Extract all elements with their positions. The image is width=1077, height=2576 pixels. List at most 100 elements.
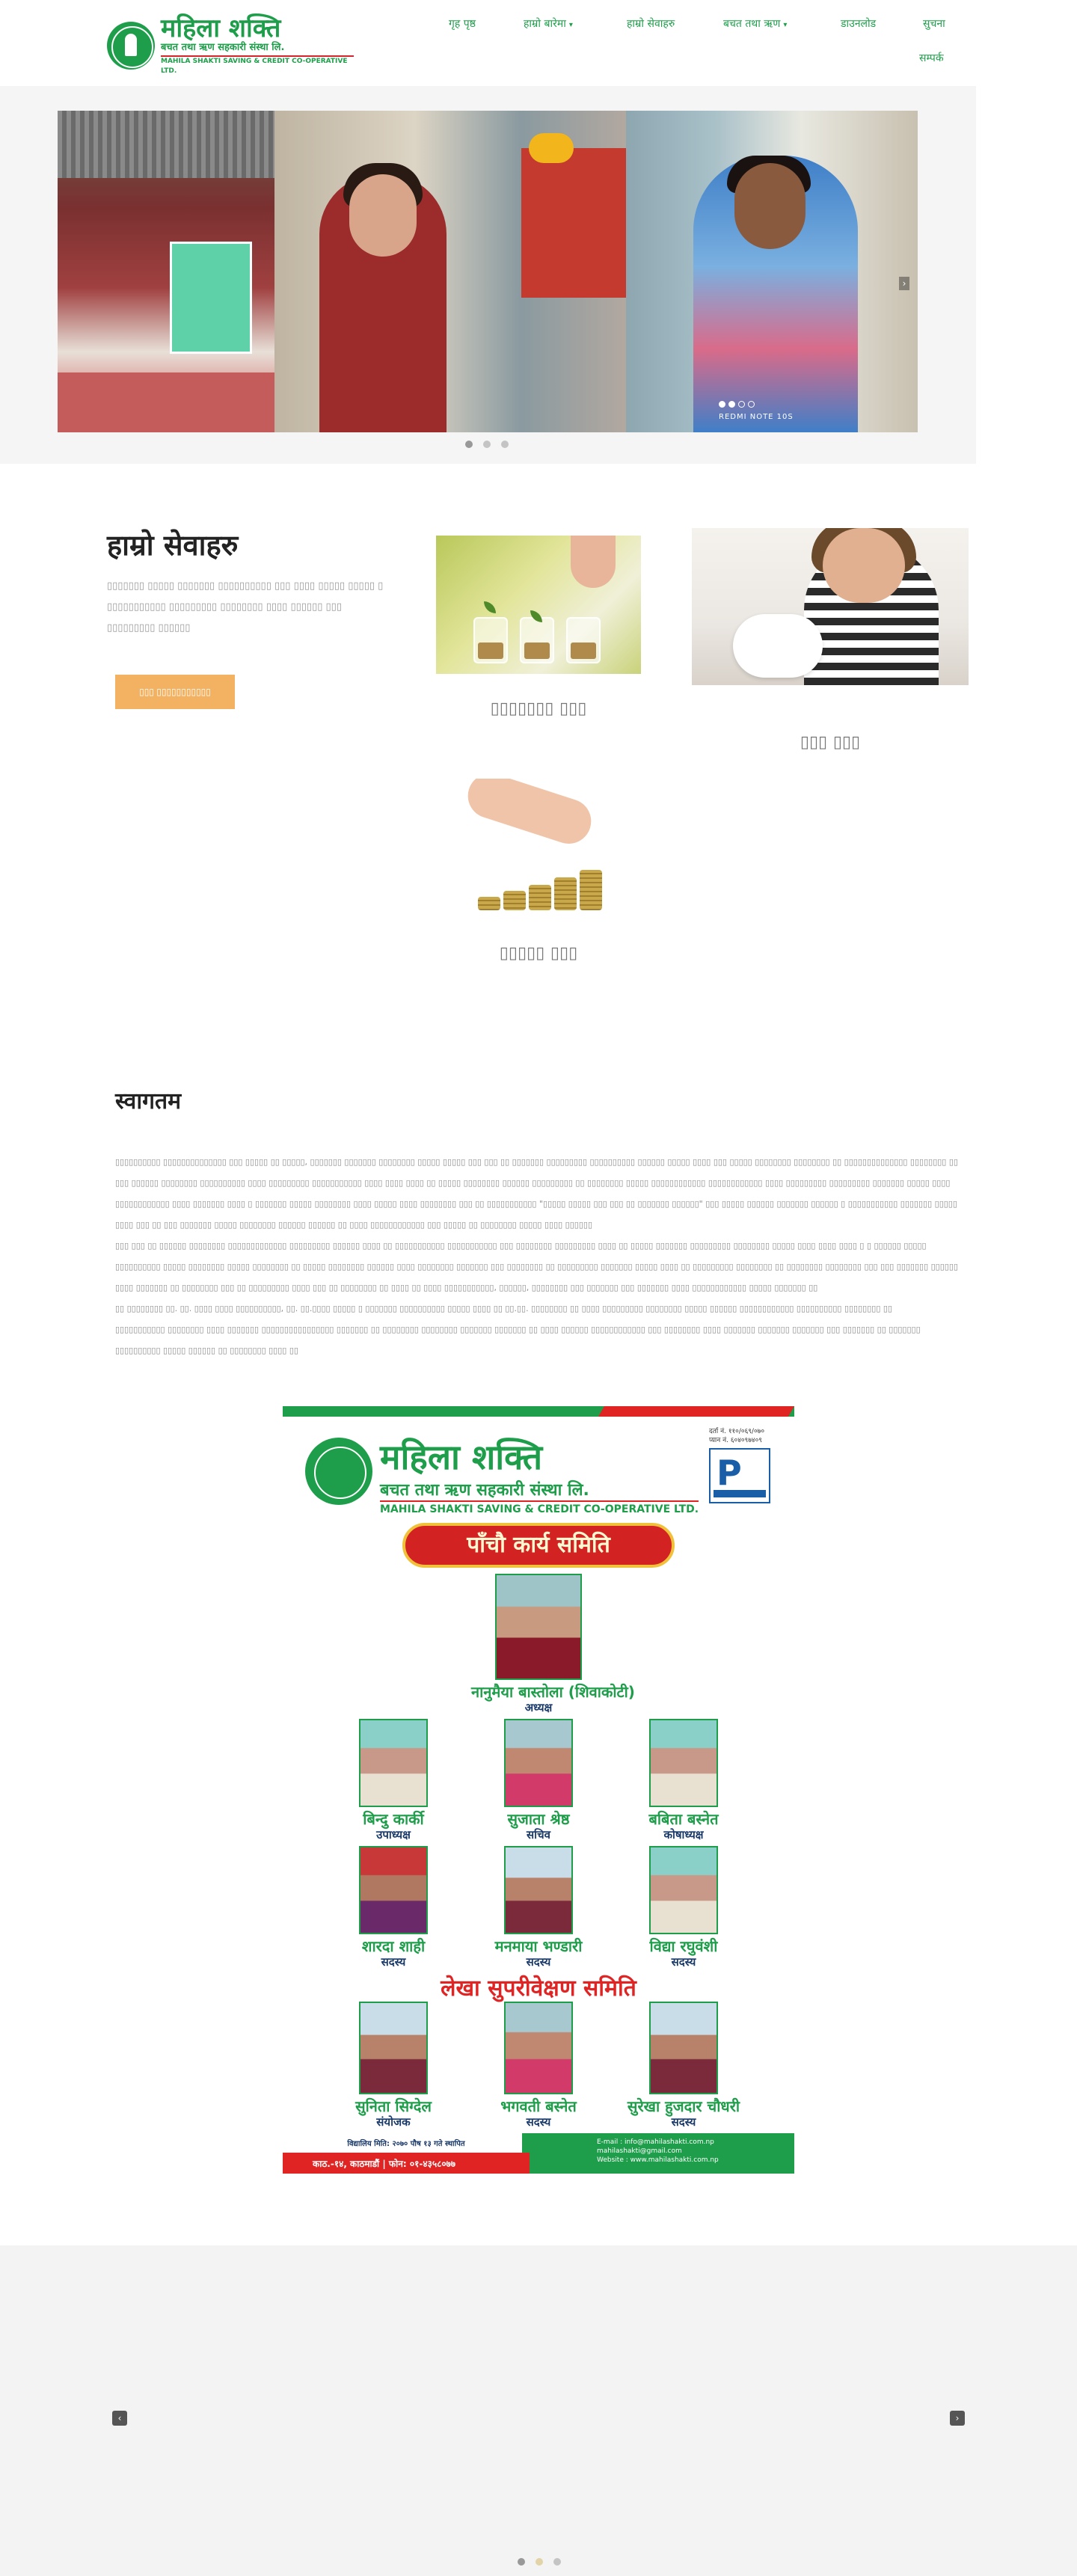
member-photo (504, 1719, 573, 1807)
poster-contact: E-mail : info@mahilashakti.com.np mahila… (597, 2138, 719, 2165)
photo-dot[interactable] (738, 401, 745, 408)
member-card: बिन्दु कार्की उपाध्यक्ष (326, 1719, 461, 1841)
bottom-slider-dots (518, 2558, 561, 2566)
chevron-down-icon: ▾ (783, 21, 788, 29)
logo-text: महिला शक्ति बचत तथा ऋण सहकारी संस्था लि.… (161, 15, 354, 76)
site-header: महिला शक्ति बचत तथा ऋण सहकारी संस्था लि.… (0, 0, 1077, 86)
site-logo[interactable]: महिला शक्ति बचत तथा ऋण सहकारी संस्था लि.… (107, 15, 354, 76)
member-role: सदस्य (671, 1955, 696, 1969)
slide-roof (58, 111, 274, 178)
nav-about[interactable]: हाम्रो बारेमा ▾ (524, 16, 573, 31)
welcome-title: स्वागतम (115, 1088, 182, 1114)
coin-stack (478, 897, 500, 910)
piggy-bank-icon (733, 614, 823, 678)
poster-email: E-mail : info@mahilashakti.com.np (597, 2138, 714, 2146)
member-card: शारदा शाही सदस्य (326, 1846, 461, 1969)
prev-arrow-icon[interactable]: ‹ (112, 2411, 127, 2426)
slider-dot[interactable] (536, 2558, 543, 2566)
jar-coins (571, 643, 596, 659)
nav-home[interactable]: गृह पृष्ठ (449, 16, 476, 31)
poster-reg-no: दर्ता नं. ११०/०६९/०७० (709, 1428, 765, 1435)
slider-dot[interactable] (553, 2558, 561, 2566)
badge-band (714, 1490, 766, 1497)
poster-registration: दर्ता नं. ११०/०६९/०७० प्यान नं. ६०४०९७४०… (709, 1427, 764, 1445)
logo-subtitle: बचत तथा ऋण सहकारी संस्था लि. (161, 42, 354, 57)
hero-slider[interactable]: REDMI NOTE 10S › (58, 111, 918, 432)
poster-pan-no: प्यान नं. ६०४०९७४०९ (709, 1437, 762, 1444)
logo-english: MAHILA SHAKTI SAVING & CREDIT CO-OPERATI… (161, 58, 348, 75)
poster-established-date: विद्यालिय मिति: २०७० पौष १३ गते स्थापित (347, 2140, 465, 2148)
chevron-right-icon[interactable]: › (899, 277, 909, 290)
poster-topbar-accent (598, 1406, 794, 1417)
slider-dot[interactable] (483, 441, 491, 448)
member-role: अध्यक्ष (524, 1701, 553, 1714)
member-card: विद्या रघुवंशी सदस्य (616, 1846, 751, 1969)
sprout-icon (484, 601, 496, 613)
slide-person-2-face (734, 163, 806, 249)
jar (566, 617, 601, 663)
member-role: सदस्य (671, 2115, 696, 2129)
member-card: सुनिता सिग्देल संयोजक (326, 2002, 461, 2129)
nav-saving-credit[interactable]: बचत तथा ऋण ▾ (723, 16, 787, 31)
child-head (823, 528, 905, 603)
member-photo (504, 1846, 573, 1934)
poster-email-2: mahilashakti@gmail.com (597, 2147, 682, 2155)
chevron-down-icon: ▾ (568, 21, 573, 29)
member-card: सुरेखा हुजदार चौधरी सदस्य (616, 2002, 751, 2129)
member-name: विद्या रघुवंशी (649, 1937, 718, 1955)
nav-download-label: डाउनलोड (841, 18, 877, 30)
next-arrow-icon[interactable]: › (950, 2411, 965, 2426)
slide-flowers (529, 133, 574, 163)
member-card: भगवती बस्नेत सदस्य (471, 2002, 606, 2129)
coin-stack (554, 877, 577, 910)
nav-about-label: हाम्रो बारेमा (524, 18, 566, 30)
member-role: सदस्य (381, 1955, 406, 1969)
nav-contact-label: सम्पर्क (919, 52, 944, 64)
service-image-coins (436, 779, 626, 915)
photo-dots (719, 401, 755, 408)
slide-caption: REDMI NOTE 10S (719, 413, 794, 421)
slide-person-face (349, 174, 417, 257)
slider-dot[interactable] (465, 441, 473, 448)
poster-english: MAHILA SHAKTI SAVING & CREDIT CO-OPERATI… (380, 1500, 699, 1515)
hand-image (571, 536, 616, 588)
slider-dot[interactable] (518, 2558, 525, 2566)
audit-committee-title: लेखा सुपरीवेक्षण समिति (441, 1975, 636, 2002)
member-name: मनमाया भण्डारी (494, 1937, 583, 1955)
jar-coins (524, 643, 550, 659)
cooperative-badge-icon: P (709, 1448, 770, 1503)
coin-stack (503, 891, 526, 910)
photo-dot[interactable] (719, 401, 725, 408)
nav-notice[interactable]: सुचना (923, 16, 945, 31)
nav-saving-credit-label: बचत तथा ऋण (723, 18, 781, 30)
nav-notice-label: सुचना (923, 18, 945, 30)
member-photo (359, 1719, 428, 1807)
slide-floor (58, 372, 274, 432)
member-photo (649, 1846, 718, 1934)
poster-subtitle: बचत तथा ऋण सहकारी संस्था लि. (380, 1481, 589, 1500)
logo-title: महिला शक्ति (161, 13, 281, 43)
member-name: भगवती बस्नेत (500, 2097, 577, 2115)
service-title: ▯▯▯ ▯▯▯ (800, 733, 861, 752)
logo-emblem-icon (107, 22, 155, 70)
nav-contact[interactable]: सम्पर्क (919, 51, 944, 65)
main-nav: गृह पृष्ठ हाम्रो बारेमा ▾ हाम्रो सेवाहरु … (449, 16, 972, 76)
coin-stack (580, 870, 602, 910)
services-description: ▯▯▯▯▯▯▯ ▯▯▯▯▯ ▯▯▯▯▯▯▯ ▯▯▯▯▯▯▯▯▯▯ ▯▯▯ ▯▯▯… (107, 580, 384, 634)
photo-dot[interactable] (728, 401, 735, 408)
nav-download[interactable]: डाउनलोड (841, 16, 876, 31)
services-title: हाम्रो सेवाहरु (107, 529, 239, 562)
photo-dot[interactable] (748, 401, 755, 408)
bottom-slider (0, 2245, 1077, 2576)
poster-address: काठ.-१४, काठमाडौं | फोन: ०१-४३५८०७७ (313, 2159, 456, 2169)
poster-website: Website : www.mahilashakti.com.np (597, 2156, 719, 2164)
nav-home-label: गृह पृष्ठ (449, 18, 476, 30)
member-name: सुरेखा हुजदार चौधरी (627, 2097, 740, 2115)
member-photo (359, 1846, 428, 1934)
nav-services[interactable]: हाम्रो सेवाहरु (627, 16, 675, 31)
slider-dot[interactable] (501, 441, 509, 448)
services-more-button[interactable]: ▯▯▯ ▯▯▯▯▯▯▯▯▯▯▯ (115, 675, 235, 709)
member-photo (649, 1719, 718, 1807)
welcome-paragraph: ▯▯ ▯▯▯▯▯▯▯▯ ▯▯. ▯▯. ▯▯▯▯ ▯▯▯▯ ▯▯▯▯▯▯▯▯▯▯… (115, 1304, 892, 1313)
slide-kiosk (170, 242, 252, 354)
